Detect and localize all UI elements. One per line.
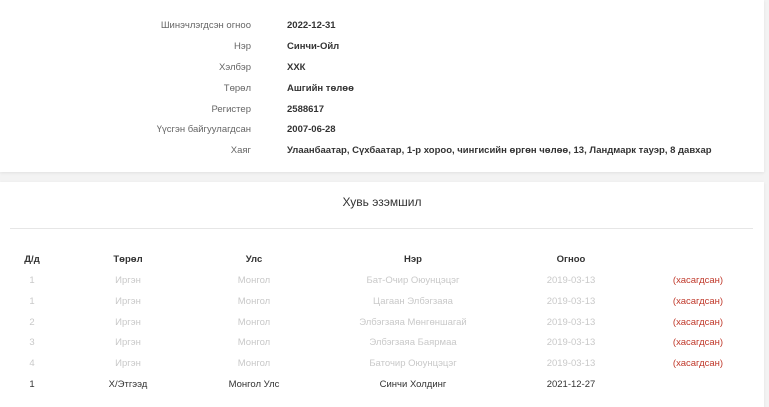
column-header-index: Д/д [24,254,40,265]
cell-country: Монгол [237,358,271,369]
info-row-founded: Үүсгэн байгуулагдсан 2007-06-28 [0,120,764,140]
info-row-updated-date: Шинэчлэгдсэн огноо 2022-12-31 [0,16,764,36]
column-header-type: Төрөл [113,254,143,265]
info-row-type: Төрөл Ашгийн төлөө [0,79,764,99]
info-label: Нэр [234,41,251,52]
info-row-name: Нэр Синчи-Ойл [0,37,764,57]
info-label: Төрөл [223,83,251,94]
cell-date: 2019-03-13 [546,317,596,328]
cell-type: Иргэн [115,358,141,369]
status-removed: (хасагдсан) [672,317,724,328]
cell-name: Элбэгзаяа Баярмаа [369,337,457,348]
info-value: 2022-12-31 [287,20,336,31]
info-label: Хэлбэр [219,62,251,73]
cell-date: 2021-12-27 [546,379,596,390]
status-removed: (хасагдсан) [672,275,724,286]
column-header-name: Нэр [404,254,422,265]
info-value: Улаанбаатар, Сүхбаатар, 1-р хороо, чинги… [287,145,712,156]
cell-index: 3 [29,337,35,348]
status-removed: (хасагдсан) [672,358,724,369]
info-label: Регистер [211,104,251,115]
status-removed: (хасагдсан) [672,337,724,348]
cell-name: Баточир Оюунцэцэг [369,358,457,369]
divider [10,228,753,229]
cell-index: 2 [29,317,35,328]
column-header-date: Огноо [556,254,586,265]
cell-index: 1 [29,296,35,307]
cell-country: Монгол [237,317,271,328]
cell-index: 1 [29,275,35,286]
cell-country: Монгол [237,296,271,307]
info-value: 2588617 [287,104,324,115]
cell-country: Монгол [237,275,271,286]
info-label: Шинэчлэгдсэн огноо [160,20,251,31]
cell-index: 4 [29,358,35,369]
info-row-form: Хэлбэр ХХК [0,58,764,78]
cell-country: Монгол Улс [228,379,280,390]
status-removed: (хасагдсан) [672,296,724,307]
info-row-register: Регистер 2588617 [0,100,764,120]
info-value: Синчи-Ойл [287,41,340,52]
cell-name: Цагаан Элбэгзаяа [373,296,453,307]
cell-date: 2019-03-13 [546,337,596,348]
info-row-address: Хаяг Улаанбаатар, Сүхбаатар, 1-р хороо, … [0,141,764,161]
info-label: Үүсгэн байгуулагдсан [156,124,251,135]
info-value: 2007-06-28 [287,124,336,135]
cell-type: Иргэн [115,296,141,307]
ownership-title: Хувь эзэмшил [342,195,422,209]
cell-type: Иргэн [115,317,141,328]
cell-type: Иргэн [115,275,141,286]
cell-date: 2019-03-13 [546,275,596,286]
cell-index: 1 [29,379,35,390]
column-header-country: Улс [245,254,263,265]
info-value: ХХК [287,62,306,73]
cell-type: Х/Этгээд [108,379,148,390]
info-label: Хаяг [230,145,251,156]
cell-date: 2019-03-13 [546,358,596,369]
cell-name: Бат-Очир Оюунцэцэг [366,275,460,286]
cell-name: Синчи Холдинг [379,379,447,390]
cell-name: Элбэгзаяа Мөнгөншагай [359,317,467,328]
cell-country: Монгол [237,337,271,348]
info-value: Ашгийн төлөө [287,83,354,94]
cell-type: Иргэн [115,337,141,348]
cell-date: 2019-03-13 [546,296,596,307]
